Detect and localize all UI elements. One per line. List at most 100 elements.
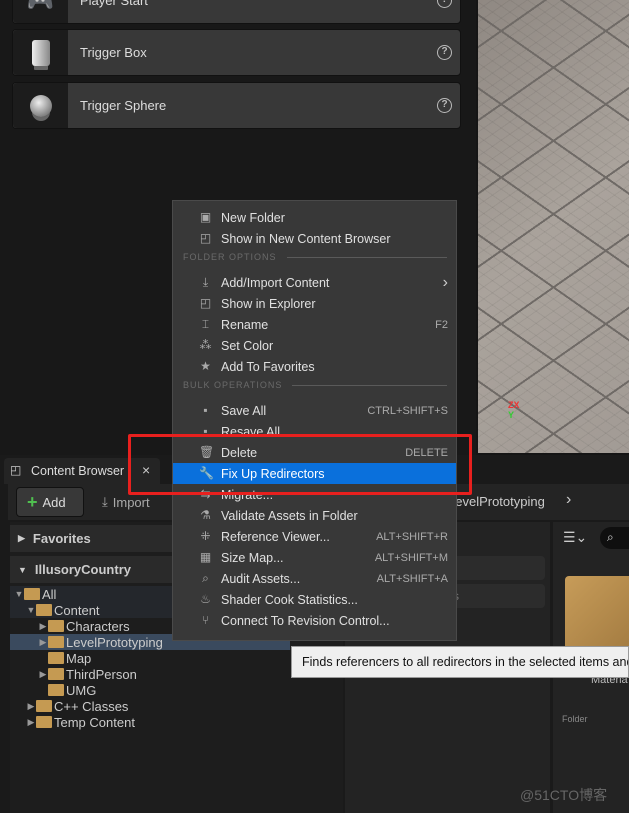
actor-label: Trigger Box [80,45,147,60]
menu-item-label: Connect To Revision Control... [221,613,390,628]
place-actor-item[interactable]: Trigger Sphere? [12,82,461,129]
axis-gizmo: ZX Y [508,400,520,420]
menu-item[interactable]: ⚗ Validate Assets in Folder [173,505,456,526]
reference-icon: ⁜ [200,529,211,543]
menu-item-label: Shader Cook Statistics... [221,592,358,607]
folder-icon [36,604,52,616]
audit-icon: ⌕ [202,571,209,585]
gamepad-icon: 🎮 [13,0,68,23]
project-label: IllusoryCountry [34,562,131,577]
breadcrumb-chevron-icon[interactable]: › [566,491,571,509]
menu-item-label: Reference Viewer... [221,529,330,544]
menu-item-label: Set Color [221,338,274,353]
menu-item[interactable]: ◰ Show in Explorer [173,293,456,314]
tree-item[interactable]: ▶ Temp Content [10,714,343,730]
folder-icon [36,700,52,712]
breadcrumb-item[interactable]: LevelPrototyping [448,494,545,509]
tree-item-label: Content [54,602,100,618]
menu-item[interactable]: ⌶ Rename F2 [173,314,456,335]
level-viewport[interactable]: ZX Y [478,0,629,453]
shortcut-label: CTRL+SHIFT+S [367,404,448,417]
new-folder-icon: ▣ [199,210,212,224]
add-label: Add [42,494,66,510]
tree-arrow-icon[interactable]: ▶ [38,669,48,680]
folder-context-menu: ▣ New Folder ◰ Show in New Content Browser F… [172,200,457,641]
tree-item-label: C++ Classes [54,698,129,714]
place-actor-item[interactable]: 🎮 Player Start? [12,0,461,24]
menu-item[interactable]: ⁂ Set Color [173,335,456,356]
filter-icon[interactable]: ☰⌄ [563,529,587,546]
flask-icon: ⚗ [200,508,211,522]
menu-item-label: Size Map... [221,550,284,565]
tree-arrow-icon[interactable]: ▶ [26,717,36,728]
folder-search-icon: ◰ [199,296,212,310]
tree-item[interactable]: ▶ C++ Classes [10,698,343,714]
help-icon[interactable]: ? [437,0,452,8]
menu-item[interactable]: ⌕ Audit Assets... ALT+SHIFT+A [173,568,456,589]
shortcut-label: ALT+SHIFT+A [376,572,448,585]
folder-thumbnail[interactable] [565,576,629,646]
menu-item-label: Rename [221,317,269,332]
shortcut-label: ALT+SHIFT+M [374,551,448,564]
plus-icon: + [27,491,38,512]
tree-arrow-icon[interactable]: ▶ [38,621,48,632]
menu-item-label: Add/Import Content [221,275,330,290]
tooltip: Finds referencers to all redirectors in … [291,646,629,678]
shader-icon: ♨ [200,592,211,606]
folder-icon [48,636,64,648]
menu-item-label: New Folder [221,210,285,225]
menu-item-label: Audit Assets... [221,571,301,586]
size-map-icon: ▦ [199,550,212,564]
tree-arrow-icon[interactable]: ▼ [26,605,36,615]
folder-search-icon: ◰ [199,231,212,245]
section-label: FOLDER OPTIONS [183,252,277,262]
tree-item[interactable]: UMG [10,682,343,698]
menu-item[interactable]: ⤓ Add/Import Content › [173,272,456,293]
tree-item-label: Temp Content [54,714,135,730]
shortcut-label: ALT+SHIFT+R [376,530,448,543]
menu-item[interactable]: ▣ New Folder [173,207,456,228]
color-icon: ⁂ [199,338,212,352]
tree-item-label: All [42,586,57,602]
tooltip-text: Finds referencers to all redirectors in … [302,655,629,669]
folder-icon [48,668,64,680]
section-label: BULK OPERATIONS [183,380,283,390]
menu-item-label: Validate Assets in Folder [221,508,358,523]
help-icon[interactable]: ? [437,45,452,60]
place-actor-item[interactable]: Trigger Box? [12,29,461,76]
branch-icon: ⑂ [201,613,210,627]
menu-item[interactable]: ♨ Shader Cook Statistics... [173,589,456,610]
import-label: Import [112,494,150,510]
search-button[interactable]: ⌕ [600,527,629,549]
menu-item-label: Show in New Content Browser [221,231,391,246]
menu-item[interactable]: ▦ Size Map... ALT+SHIFT+M [173,547,456,568]
rename-icon: ⌶ [201,317,210,331]
expanded-arrow-icon: ▼ [18,564,27,575]
menu-item[interactable]: ⁜ Reference Viewer... ALT+SHIFT+R [173,526,456,547]
import-icon: ⤓ [202,275,209,289]
annotation-highlight-box [128,434,472,495]
menu-item[interactable]: ⑂ Connect To Revision Control... [173,610,456,631]
folder-icon [36,716,52,728]
tree-arrow-icon[interactable]: ▶ [26,701,36,712]
menu-item[interactable]: ◰ Show in New Content Browser [173,228,456,249]
tree-item-label: Characters [66,618,130,634]
shortcut-label: F2 [435,318,448,331]
tab-label: Content Browser [31,464,125,478]
add-button[interactable]: + Add [16,487,84,517]
trigger-sphere-icon [13,83,68,128]
tree-item-label: UMG [66,682,97,698]
menu-item-label: Save All [221,403,267,418]
help-icon[interactable]: ? [437,98,452,113]
folder-icon [48,620,64,632]
tree-arrow-icon[interactable]: ▶ [38,637,48,648]
content-browser-icon: ◰ [10,463,22,477]
menu-section-header: FOLDER OPTIONS [183,252,447,262]
menu-item[interactable]: ▪ Save All CTRL+SHIFT+S [173,400,456,421]
save-icon: ▪ [203,403,208,417]
menu-item-label: Add To Favorites [221,359,315,374]
menu-item[interactable]: ★ Add To Favorites [173,356,456,377]
tree-arrow-icon[interactable]: ▼ [14,589,24,599]
import-icon: ⤓ [102,494,108,509]
tree-item-label: Map [66,650,92,666]
